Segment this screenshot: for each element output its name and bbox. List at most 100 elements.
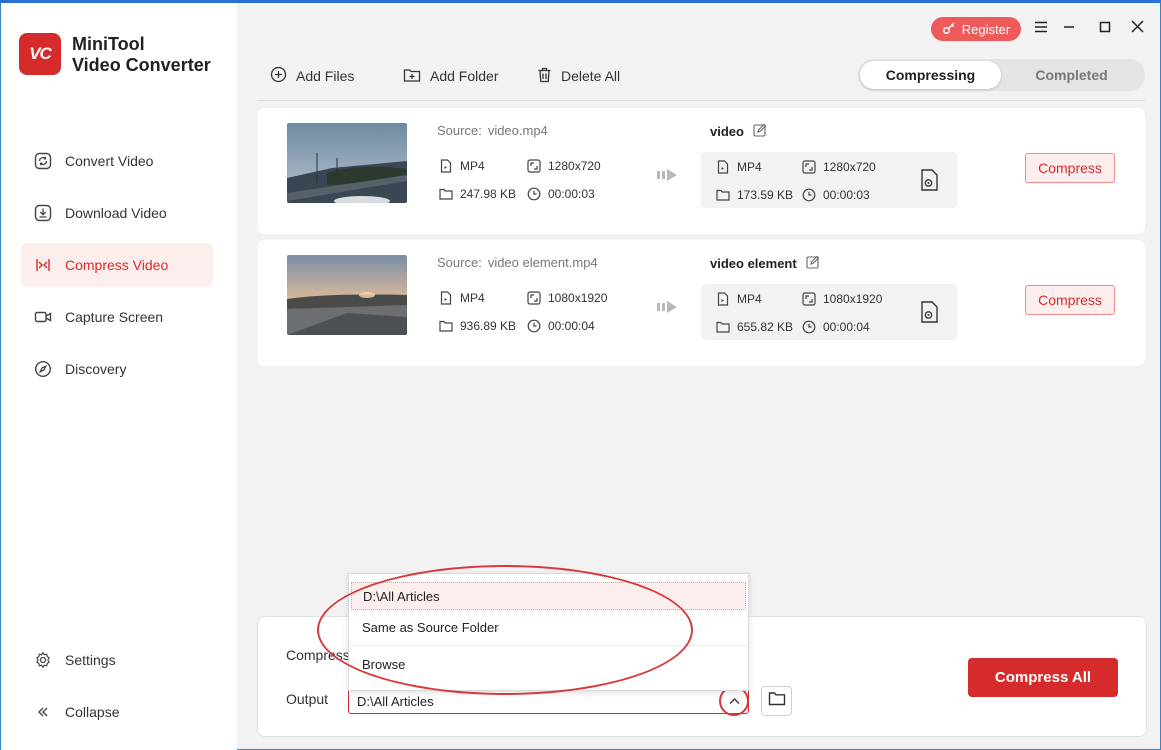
sidebar-nav: Convert Video Download Video Compress Vi… <box>21 139 213 399</box>
output-name-value: video <box>710 124 744 139</box>
source-format: MP4 <box>439 159 485 173</box>
sidebar-item-convert-video[interactable]: Convert Video <box>21 139 213 183</box>
output-folder-value: D:\All Articles <box>357 694 434 709</box>
close-button[interactable] <box>1127 19 1147 39</box>
maximize-button[interactable] <box>1095 19 1115 39</box>
folder-icon <box>439 187 453 201</box>
output-resolution-value: 1080x1920 <box>823 292 883 306</box>
sidebar-item-collapse[interactable]: Collapse <box>21 690 213 734</box>
source-file: Source: video element.mp4 <box>437 255 598 270</box>
compress-setting-label: Compress <box>286 647 350 663</box>
open-folder-button[interactable] <box>761 686 792 716</box>
compress-all-button[interactable]: Compress All <box>968 658 1118 697</box>
compress-icon <box>34 256 52 274</box>
camera-icon <box>34 308 52 326</box>
source-resolution-value: 1080x1920 <box>548 291 608 305</box>
toolbar-divider <box>257 100 1145 101</box>
add-files-button[interactable]: Add Files <box>270 65 354 87</box>
source-resolution-value: 1280x720 <box>548 159 601 173</box>
dropdown-option[interactable]: D:\All Articles <box>351 582 746 610</box>
compress-button[interactable]: Compress <box>1025 285 1115 315</box>
output-format-value: MP4 <box>737 160 762 174</box>
compress-button[interactable]: Compress <box>1025 153 1115 183</box>
menu-button[interactable] <box>1031 19 1051 39</box>
add-folder-button[interactable]: Add Folder <box>403 65 498 87</box>
source-size: 936.89 KB <box>439 319 516 333</box>
output-folder-dropdown: D:\All Articles Same as Source Folder Br… <box>348 573 749 691</box>
file-video-icon <box>439 159 453 173</box>
sidebar-item-label: Discovery <box>65 361 127 377</box>
delete-all-button[interactable]: Delete All <box>537 65 620 87</box>
download-icon <box>34 204 52 222</box>
tab-completed[interactable]: Completed <box>1001 61 1142 89</box>
source-label: Source: <box>437 255 482 270</box>
file-video-icon <box>716 160 730 174</box>
output-resolution: 1280x720 <box>802 160 876 174</box>
compass-icon <box>34 360 52 378</box>
clock-icon <box>802 320 816 334</box>
key-icon <box>942 21 956 38</box>
output-resolution-value: 1280x720 <box>823 160 876 174</box>
edit-icon[interactable] <box>806 255 820 272</box>
source-filename: video.mp4 <box>487 123 548 138</box>
sidebar-item-download-video[interactable]: Download Video <box>21 191 213 235</box>
app-window: VC MiniTool Video Converter Convert Vide… <box>0 0 1161 750</box>
sidebar-item-capture-screen[interactable]: Capture Screen <box>21 295 213 339</box>
file-settings-icon[interactable] <box>920 300 940 329</box>
sidebar-item-label: Download Video <box>65 205 167 221</box>
output-size-value: 655.82 KB <box>737 320 794 334</box>
output-format: MP4 <box>716 160 762 174</box>
convert-arrow-icon <box>657 298 679 321</box>
dropdown-option[interactable]: Browse <box>349 646 748 682</box>
output-resolution: 1080x1920 <box>802 292 882 306</box>
source-resolution: 1080x1920 <box>527 291 607 305</box>
resize-icon <box>527 291 541 305</box>
tab-compressing[interactable]: Compressing <box>860 61 1001 89</box>
double-chevron-left-icon <box>34 703 52 721</box>
folder-plus-icon <box>403 67 421 86</box>
hamburger-icon <box>1034 20 1048 38</box>
source-size: 247.98 KB <box>439 187 516 201</box>
sidebar-item-label: Convert Video <box>65 153 154 169</box>
dropdown-option[interactable]: Same as Source Folder <box>349 610 748 646</box>
folder-icon <box>439 319 453 333</box>
clock-icon <box>527 319 541 333</box>
minimize-icon <box>1063 20 1075 38</box>
source-size-value: 247.98 KB <box>460 187 517 201</box>
register-label: Register <box>961 21 1011 37</box>
minimize-button[interactable] <box>1059 19 1079 39</box>
output-size: 173.59 KB <box>716 188 793 202</box>
video-thumbnail[interactable] <box>287 123 407 203</box>
file-settings-icon[interactable] <box>920 168 940 197</box>
gear-icon <box>34 651 52 669</box>
file-card: Source: video.mp4 MP4 1280x720 247.98 KB … <box>257 108 1145 234</box>
edit-icon[interactable] <box>753 123 767 140</box>
app-brand: MiniTool Video Converter <box>72 34 211 76</box>
register-button[interactable]: Register <box>931 17 1021 41</box>
sidebar-item-label: Compress Video <box>65 257 169 273</box>
output-label: Output <box>286 691 329 707</box>
sidebar-item-discovery[interactable]: Discovery <box>21 347 213 391</box>
video-thumbnail[interactable] <box>287 255 407 335</box>
output-folder-select[interactable]: D:\All Articles <box>348 689 749 714</box>
file-card: Source: video element.mp4 MP4 1080x1920 9… <box>257 240 1145 366</box>
source-duration-value: 00:00:04 <box>548 319 595 333</box>
sidebar-item-settings[interactable]: Settings <box>21 638 213 682</box>
folder-icon <box>716 320 730 334</box>
plus-circle-icon <box>270 66 287 86</box>
output-format: MP4 <box>716 292 762 306</box>
resize-icon <box>802 292 816 306</box>
output-size-value: 173.59 KB <box>737 188 794 202</box>
output-size: 655.82 KB <box>716 320 793 334</box>
output-duration: 00:00:04 <box>802 320 870 334</box>
resize-icon <box>802 160 816 174</box>
sidebar-item-label: Collapse <box>65 704 120 720</box>
trash-icon <box>537 67 552 86</box>
output-name: video <box>710 123 767 140</box>
sidebar-item-compress-video[interactable]: Compress Video <box>21 243 213 287</box>
source-size-value: 936.89 KB <box>460 319 517 333</box>
source-format-value: MP4 <box>460 291 485 305</box>
output-info-box: MP4 1280x720 173.59 KB 00:00:03 <box>701 152 957 208</box>
add-files-label: Add Files <box>296 68 355 84</box>
source-file: Source: video.mp4 <box>437 123 548 138</box>
